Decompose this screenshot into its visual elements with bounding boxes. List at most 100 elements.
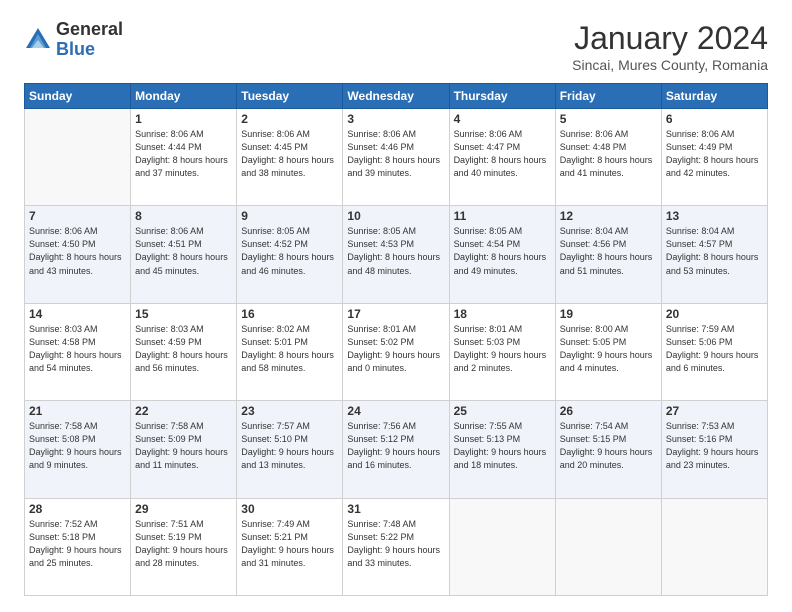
subtitle: Sincai, Mures County, Romania	[572, 57, 768, 73]
day-info: Sunrise: 8:06 AMSunset: 4:47 PMDaylight:…	[454, 128, 551, 180]
day-detail-line: Daylight: 8 hours hours	[241, 350, 334, 360]
day-detail-line: Sunrise: 8:06 AM	[135, 226, 204, 236]
day-info: Sunrise: 8:05 AMSunset: 4:54 PMDaylight:…	[454, 225, 551, 277]
day-detail-line: Sunrise: 8:01 AM	[347, 324, 416, 334]
day-number: 20	[666, 307, 763, 321]
day-detail-line: Sunset: 4:46 PM	[347, 142, 414, 152]
calendar-cell	[25, 109, 131, 206]
day-detail-line: Daylight: 8 hours hours	[666, 155, 759, 165]
day-number: 11	[454, 209, 551, 223]
day-detail-line: Sunrise: 8:05 AM	[241, 226, 310, 236]
day-number: 13	[666, 209, 763, 223]
calendar-header-monday: Monday	[131, 84, 237, 109]
day-info: Sunrise: 8:05 AMSunset: 4:53 PMDaylight:…	[347, 225, 444, 277]
calendar-cell: 10Sunrise: 8:05 AMSunset: 4:53 PMDayligh…	[343, 206, 449, 303]
day-number: 31	[347, 502, 444, 516]
day-detail-line: Sunset: 5:21 PM	[241, 532, 308, 542]
calendar-cell: 28Sunrise: 7:52 AMSunset: 5:18 PMDayligh…	[25, 498, 131, 595]
day-detail-line: Sunset: 4:49 PM	[666, 142, 733, 152]
day-info: Sunrise: 8:03 AMSunset: 4:59 PMDaylight:…	[135, 323, 232, 375]
calendar-cell: 6Sunrise: 8:06 AMSunset: 4:49 PMDaylight…	[661, 109, 767, 206]
daylight-minutes: and 23 minutes.	[666, 460, 730, 470]
daylight-minutes: and 46 minutes.	[241, 266, 305, 276]
day-number: 9	[241, 209, 338, 223]
daylight-minutes: and 45 minutes.	[135, 266, 199, 276]
day-detail-line: Sunrise: 7:55 AM	[454, 421, 523, 431]
day-number: 16	[241, 307, 338, 321]
daylight-minutes: and 9 minutes.	[29, 460, 88, 470]
daylight-minutes: and 40 minutes.	[454, 168, 518, 178]
day-info: Sunrise: 8:02 AM Sunset: 5:01 PM Daylight:…	[241, 323, 338, 375]
day-detail-line: Daylight: 9 hours hours	[666, 350, 759, 360]
daylight-minutes: and 58 minutes.	[241, 363, 305, 373]
daylight-minutes: and 11 minutes.	[135, 460, 198, 470]
day-detail-line: Daylight: 9 hours hours	[135, 545, 228, 555]
day-detail-line: Daylight: 9 hours hours	[29, 447, 122, 457]
day-detail-line: Sunrise: 8:02 AM	[241, 324, 310, 334]
calendar-table: SundayMondayTuesdayWednesdayThursdayFrid…	[24, 83, 768, 596]
day-detail-line: Sunrise: 8:06 AM	[29, 226, 98, 236]
day-detail-line: Daylight: 9 hours hours	[29, 545, 122, 555]
day-info: Sunrise: 7:49 AMSunset: 5:21 PMDaylight:…	[241, 518, 338, 570]
day-detail-line: Sunset: 5:02 PM	[347, 337, 414, 347]
day-number: 14	[29, 307, 126, 321]
header: General Blue January 2024 Sincai, Mures …	[24, 20, 768, 73]
day-detail-line: Daylight: 8 hours hours	[241, 155, 334, 165]
day-detail-line: Daylight: 8 hours hours	[454, 155, 547, 165]
daylight-minutes: and 54 minutes.	[29, 363, 93, 373]
calendar-header-row: SundayMondayTuesdayWednesdayThursdayFrid…	[25, 84, 768, 109]
calendar-header-thursday: Thursday	[449, 84, 555, 109]
day-detail-line: Sunset: 5:01 PM	[241, 337, 308, 347]
day-number: 4	[454, 112, 551, 126]
day-number: 30	[241, 502, 338, 516]
day-detail-line: Sunrise: 8:03 AM	[135, 324, 204, 334]
day-detail-line: Sunset: 5:15 PM	[560, 434, 627, 444]
calendar-cell: 7Sunrise: 8:06 AMSunset: 4:50 PMDaylight…	[25, 206, 131, 303]
day-info: Sunrise: 7:54 AMSunset: 5:15 PMDaylight:…	[560, 420, 657, 472]
day-detail-line: Sunset: 4:56 PM	[560, 239, 627, 249]
logo-text: General Blue	[56, 20, 123, 60]
day-info: Sunrise: 8:04 AMSunset: 4:57 PMDaylight:…	[666, 225, 763, 277]
day-detail-line: Sunset: 4:51 PM	[135, 239, 202, 249]
day-detail-line: Sunrise: 8:06 AM	[347, 129, 416, 139]
day-detail-line: Sunset: 4:44 PM	[135, 142, 202, 152]
day-detail-line: Daylight: 9 hours hours	[347, 350, 440, 360]
day-detail-line: Daylight: 8 hours hours	[135, 252, 228, 262]
daylight-minutes: and 6 minutes.	[666, 363, 725, 373]
day-number: 28	[29, 502, 126, 516]
day-detail-line: Sunset: 4:52 PM	[241, 239, 308, 249]
day-detail-line: Sunset: 4:50 PM	[29, 239, 96, 249]
day-info: Sunrise: 8:06 AMSunset: 4:45 PMDaylight:…	[241, 128, 338, 180]
day-detail-line: Sunset: 4:45 PM	[241, 142, 308, 152]
day-detail-line: Daylight: 8 hours hours	[454, 252, 547, 262]
day-number: 6	[666, 112, 763, 126]
day-info: Sunrise: 7:56 AMSunset: 5:12 PMDaylight:…	[347, 420, 444, 472]
day-info: Sunrise: 8:05 AMSunset: 4:52 PMDaylight:…	[241, 225, 338, 277]
day-detail-line: Sunrise: 8:04 AM	[560, 226, 629, 236]
day-detail-line: Sunrise: 7:57 AM	[241, 421, 310, 431]
day-detail-line: Sunset: 5:13 PM	[454, 434, 521, 444]
day-info: Sunrise: 7:58 AMSunset: 5:09 PMDaylight:…	[135, 420, 232, 472]
calendar-cell: 1Sunrise: 8:06 AMSunset: 4:44 PMDaylight…	[131, 109, 237, 206]
day-detail-line: Sunset: 5:12 PM	[347, 434, 414, 444]
day-detail-line: Daylight: 9 hours hours	[347, 447, 440, 457]
daylight-minutes: and 33 minutes.	[347, 558, 411, 568]
day-detail-line: Daylight: 9 hours hours	[454, 447, 547, 457]
daylight-minutes: and 38 minutes.	[241, 168, 305, 178]
calendar-week-5: 28Sunrise: 7:52 AMSunset: 5:18 PMDayligh…	[25, 498, 768, 595]
calendar-cell	[555, 498, 661, 595]
calendar-cell: 4 Sunrise: 8:06 AMSunset: 4:47 PMDaylight…	[449, 109, 555, 206]
logo-icon	[24, 26, 52, 54]
day-detail-line: Daylight: 9 hours hours	[347, 545, 440, 555]
day-number: 1	[135, 112, 232, 126]
day-detail-line: Sunset: 5:22 PM	[347, 532, 414, 542]
day-info: Sunrise: 8:06 AMSunset: 4:50 PMDaylight:…	[29, 225, 126, 277]
calendar-cell: 29Sunrise: 7:51 AMSunset: 5:19 PMDayligh…	[131, 498, 237, 595]
day-detail-line: Daylight: 9 hours hours	[135, 447, 228, 457]
day-detail-line: Daylight: 8 hours hours	[347, 155, 440, 165]
daylight-minutes: and 16 minutes.	[347, 460, 411, 470]
day-detail-line: Sunrise: 7:51 AM	[135, 519, 204, 529]
day-info: Sunrise: 7:58 AMSunset: 5:08 PMDaylight:…	[29, 420, 126, 472]
daylight-minutes: and 42 minutes.	[666, 168, 730, 178]
day-detail-line: Sunrise: 8:05 AM	[454, 226, 523, 236]
